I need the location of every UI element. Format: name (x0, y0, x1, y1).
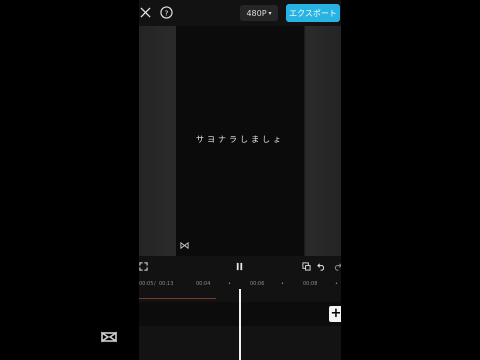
ruler-label: 00:06 (250, 281, 265, 287)
export-button[interactable]: エクスポート (286, 4, 340, 22)
top-bar: ? 480P ▾ エクスポート (139, 0, 341, 26)
add-clip-button[interactable]: + (329, 306, 341, 322)
video-canvas[interactable]: サヨナラしましょ (176, 26, 304, 256)
ruler-dot: • (281, 281, 284, 287)
playhead[interactable] (239, 289, 241, 360)
caption-text[interactable]: サヨナラしましょ (176, 134, 304, 145)
resolution-label: 480P (246, 8, 267, 18)
current-time: 00:05 (139, 281, 154, 287)
time-separator: / (154, 281, 156, 287)
chevron-down-icon: ▾ (268, 9, 272, 17)
ruler-label: 00:08 (303, 281, 318, 287)
total-time: 00:13 (159, 281, 174, 287)
capcut-logo-icon (101, 331, 117, 343)
keyframe-icon[interactable] (302, 262, 311, 271)
svg-text:?: ? (165, 8, 169, 17)
ruler-dot: • (228, 281, 231, 287)
fullscreen-icon[interactable] (139, 262, 148, 271)
redo-icon[interactable] (333, 262, 341, 271)
playback-controls (139, 256, 341, 278)
ruler-dot: • (335, 281, 338, 287)
pause-icon[interactable] (235, 262, 244, 271)
preview-area: サヨナラしましょ (139, 26, 341, 256)
help-icon[interactable]: ? (160, 6, 173, 19)
resolution-button[interactable]: 480P ▾ (240, 5, 278, 21)
progress-bar (139, 298, 216, 299)
ruler-label: 00:04 (196, 281, 211, 287)
editor-app: ? 480P ▾ エクスポート サヨナラしましょ 00:05 / 00:13 0… (139, 0, 341, 360)
capcut-logo-icon (180, 241, 189, 250)
close-icon[interactable] (140, 7, 151, 18)
undo-icon[interactable] (317, 262, 326, 271)
